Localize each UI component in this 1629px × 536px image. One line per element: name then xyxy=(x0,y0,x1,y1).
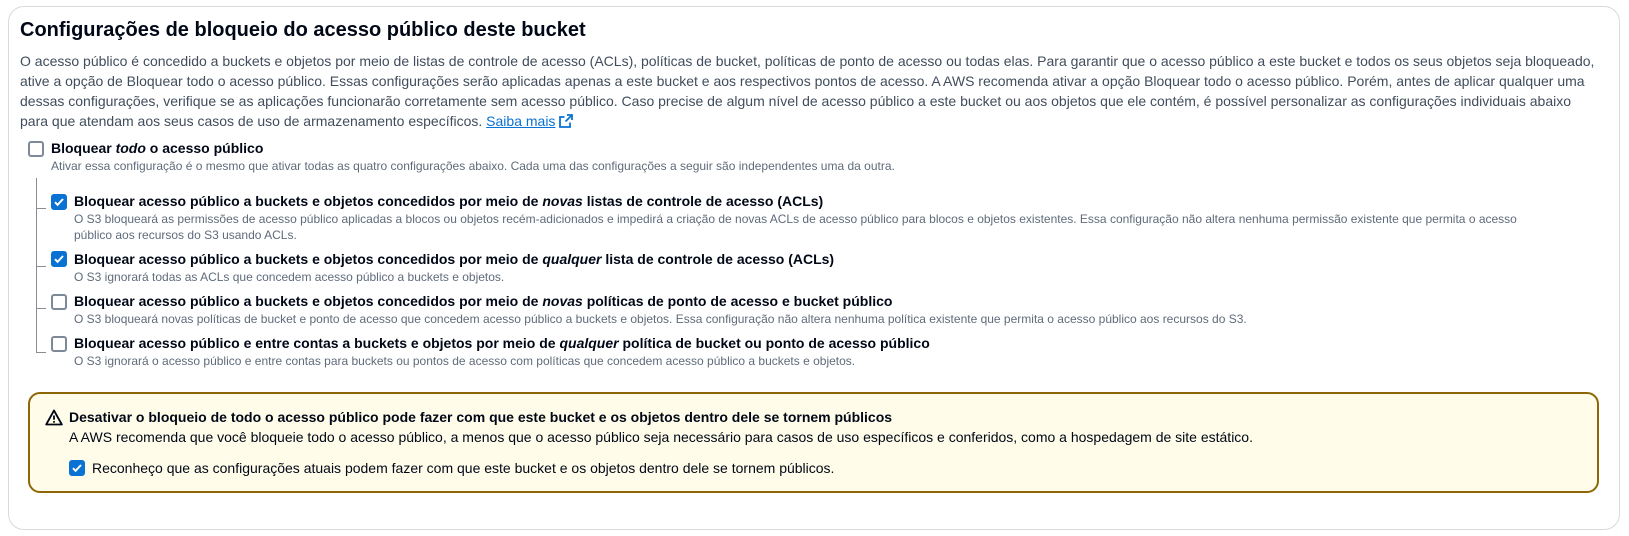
tree-branch xyxy=(36,352,46,353)
learn-more-link[interactable]: Saiba mais xyxy=(486,113,574,129)
option-any-acls-label: Bloquear acesso público a buckets e obje… xyxy=(74,251,834,267)
description-line-last: para que atendam aos seus casos de uso d… xyxy=(20,111,1595,133)
option-new-policies-checkbox[interactable] xyxy=(51,294,67,310)
description-line: ative a opção de Bloquear todo o acesso … xyxy=(20,73,1585,89)
warning-alert: Desativar o bloqueio de todo o acesso pú… xyxy=(28,392,1599,493)
label-emphasis: qualquer xyxy=(559,335,619,351)
label-text: lista de controle de acesso (ACLs) xyxy=(601,251,835,267)
label-text: Bloquear acesso público a buckets e obje… xyxy=(74,293,543,309)
option-new-acls-label: Bloquear acesso público a buckets e obje… xyxy=(74,193,823,209)
label-text: Bloquear xyxy=(51,140,116,156)
block-all-description: Ativar essa configuração é o mesmo que a… xyxy=(51,159,895,173)
tree-branch xyxy=(36,308,46,309)
acknowledge-label: Reconheço que as configurações atuais po… xyxy=(92,460,835,476)
option-new-policies-label: Bloquear acesso público a buckets e obje… xyxy=(74,293,892,309)
label-text: políticas de ponto de acesso e bucket pú… xyxy=(582,293,893,309)
tree-branch xyxy=(36,208,46,209)
label-text: Bloquear acesso público a buckets e obje… xyxy=(74,193,543,209)
label-emphasis: novas xyxy=(542,193,583,209)
label-text: Bloquear acesso público a buckets e obje… xyxy=(74,251,543,267)
tree-branch xyxy=(36,266,46,267)
option-any-policies-checkbox[interactable] xyxy=(51,336,67,352)
section-title: Configurações de bloqueio do acesso públ… xyxy=(20,19,586,41)
label-emphasis: novas xyxy=(542,293,583,309)
description-line: O acesso público é concedido a buckets e… xyxy=(20,53,1595,69)
label-text: política de bucket ou ponto de acesso pú… xyxy=(618,335,930,351)
check-icon xyxy=(54,198,64,207)
check-icon xyxy=(72,464,82,473)
option-new-acls-checkbox[interactable] xyxy=(51,194,67,210)
learn-more-label: Saiba mais xyxy=(486,113,556,129)
warning-icon xyxy=(45,409,63,431)
block-all-label: Bloquear todo o acesso público xyxy=(51,140,263,156)
check-icon xyxy=(54,255,64,264)
option-new-policies-description: O S3 bloqueará novas políticas de bucket… xyxy=(74,312,1247,326)
block-all-checkbox[interactable] xyxy=(28,141,44,157)
acknowledge-checkbox[interactable] xyxy=(69,460,85,476)
label-emphasis: qualquer xyxy=(542,251,602,267)
external-link-icon xyxy=(559,113,574,133)
label-text: o acesso público xyxy=(145,140,264,156)
option-any-acls-checkbox[interactable] xyxy=(51,251,67,267)
section-description: O acesso público é concedido a buckets e… xyxy=(20,51,1595,133)
warning-text: A AWS recomenda que você bloqueie todo o… xyxy=(69,429,1253,445)
option-any-acls-description: O S3 ignorará todas as ACLs que concedem… xyxy=(74,270,505,284)
option-any-policies-label: Bloquear acesso público e entre contas a… xyxy=(74,335,930,351)
label-emphasis: todo xyxy=(115,140,146,156)
warning-title: Desativar o bloqueio de todo o acesso pú… xyxy=(69,409,893,425)
option-new-acls-description: O S3 bloqueará as permissões de acesso p… xyxy=(74,212,1517,242)
description-line: para que atendam aos seus casos de uso d… xyxy=(20,113,483,129)
label-text: listas de controle de acesso (ACLs) xyxy=(582,193,824,209)
option-any-policies-description: O S3 ignorará o acesso público e entre c… xyxy=(74,354,856,368)
label-text: Bloquear acesso público e entre contas a… xyxy=(74,335,560,351)
description-line: dessas configurações, verifique se as ap… xyxy=(20,93,1572,109)
